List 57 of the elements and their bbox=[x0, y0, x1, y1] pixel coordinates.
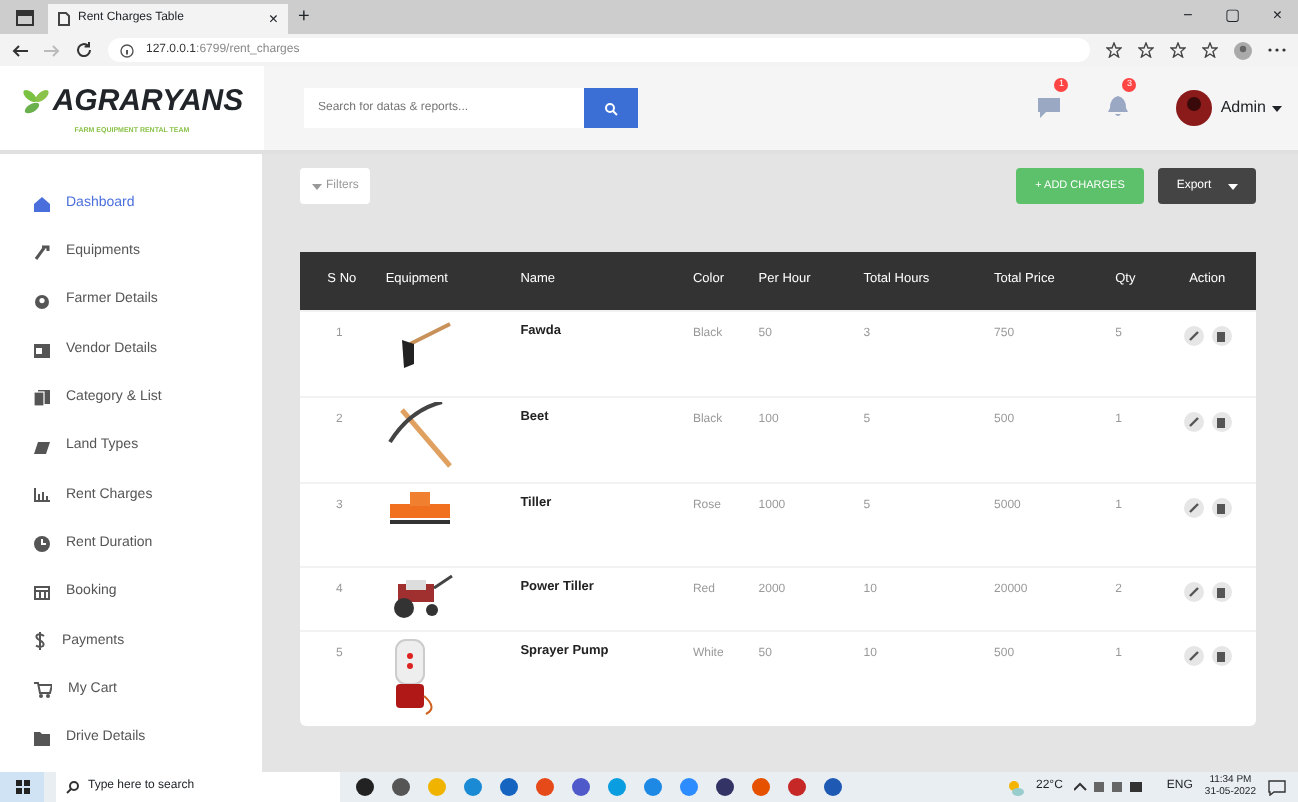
edit-button[interactable] bbox=[1183, 325, 1204, 345]
cart-icon bbox=[34, 682, 52, 699]
new-tab-button[interactable]: + bbox=[298, 2, 310, 32]
edit-button[interactable] bbox=[1183, 497, 1204, 517]
copy-icon bbox=[34, 390, 50, 407]
delete-button[interactable] bbox=[1211, 411, 1232, 431]
notification-icon[interactable] bbox=[1268, 779, 1286, 795]
profile-icon[interactable] bbox=[1234, 41, 1252, 59]
trash-icon bbox=[1216, 649, 1227, 661]
reload-icon[interactable] bbox=[76, 42, 92, 58]
home-icon bbox=[34, 196, 50, 213]
delete-button[interactable] bbox=[1211, 497, 1232, 517]
back-icon[interactable] bbox=[12, 43, 28, 57]
pencil-icon bbox=[1187, 415, 1200, 427]
leaf-icon bbox=[20, 86, 53, 119]
tiller-drawing bbox=[385, 487, 454, 527]
pencil-icon bbox=[1187, 501, 1200, 513]
logo-text: AGRARYANS bbox=[52, 82, 244, 123]
delete-button[interactable] bbox=[1211, 645, 1232, 665]
restore-button[interactable]: ▢ bbox=[1224, 4, 1241, 28]
start-button[interactable] bbox=[0, 772, 44, 802]
trash-icon bbox=[1216, 329, 1227, 341]
caret-icon bbox=[312, 183, 322, 189]
trash-icon bbox=[1216, 585, 1227, 597]
search-icon bbox=[66, 780, 80, 794]
favorite-icon[interactable] bbox=[1138, 42, 1154, 58]
edit-button[interactable] bbox=[1183, 645, 1204, 665]
caret-icon bbox=[1227, 183, 1238, 189]
card-icon bbox=[34, 343, 50, 358]
delete-button[interactable] bbox=[1211, 325, 1232, 345]
weather-icon bbox=[1008, 779, 1024, 795]
close-tab-button[interactable]: × bbox=[268, 7, 278, 31]
clock-icon bbox=[34, 536, 50, 553]
chart-icon bbox=[34, 488, 50, 503]
edit-button[interactable] bbox=[1183, 411, 1204, 431]
avatar-icon bbox=[1176, 90, 1213, 126]
pencil-icon bbox=[1187, 585, 1200, 597]
dollar-icon bbox=[34, 632, 46, 651]
pickaxe-drawing bbox=[385, 401, 454, 469]
caret-icon bbox=[1272, 105, 1282, 111]
delete-button[interactable] bbox=[1211, 581, 1232, 601]
trash-icon bbox=[1216, 415, 1227, 427]
info-icon bbox=[120, 43, 134, 57]
pencil-icon bbox=[1187, 329, 1200, 341]
edit-button[interactable] bbox=[1183, 581, 1204, 601]
windows-icon bbox=[15, 780, 29, 794]
page-icon bbox=[58, 12, 70, 26]
pencil-icon bbox=[1187, 649, 1200, 661]
table-icon bbox=[34, 586, 50, 601]
search-icon bbox=[604, 101, 618, 115]
tab-actions-icon[interactable] bbox=[16, 10, 34, 26]
folder-icon bbox=[34, 731, 50, 746]
trash-icon bbox=[1216, 501, 1227, 513]
close-button[interactable]: × bbox=[1272, 4, 1282, 28]
user-menu[interactable]: Admin bbox=[1220, 96, 1282, 120]
minimize-button[interactable]: − bbox=[1183, 4, 1193, 28]
search-button[interactable] bbox=[584, 88, 638, 128]
